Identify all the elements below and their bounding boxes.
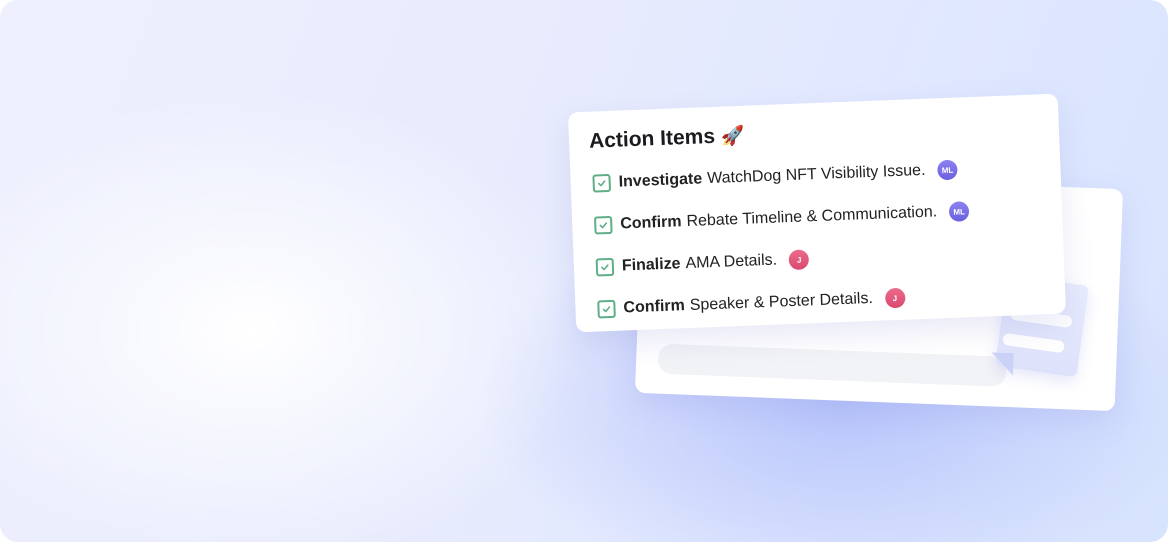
checkbox-checked-icon[interactable] bbox=[592, 173, 612, 193]
checkbox-checked-icon[interactable] bbox=[597, 299, 616, 319]
action-item: Investigate WatchDog NFT Visibility Issu… bbox=[592, 159, 958, 194]
checkbox-checked-icon[interactable] bbox=[595, 257, 615, 277]
note-fold bbox=[990, 352, 1014, 376]
hero-illustration: Action Items 🚀 Investigate WatchDog NFT … bbox=[0, 0, 1168, 542]
action-verb: Finalize bbox=[621, 255, 681, 275]
note-line bbox=[1002, 332, 1066, 354]
action-text: Speaker & Poster Details. bbox=[689, 289, 874, 314]
card-title-text: Action Items bbox=[588, 124, 716, 153]
action-verb: Confirm bbox=[619, 213, 682, 233]
action-text: AMA Details. bbox=[685, 251, 778, 273]
assignee-avatar: ML bbox=[948, 201, 970, 222]
assignee-avatar: J bbox=[788, 249, 810, 271]
assignee-avatar: ML bbox=[937, 159, 958, 181]
assignee-avatar: J bbox=[884, 287, 906, 309]
action-verb: Investigate bbox=[618, 170, 703, 191]
action-item: Confirm Rebate Timeline & Communication.… bbox=[593, 201, 970, 235]
action-text: WatchDog NFT Visibility Issue. bbox=[706, 161, 926, 188]
action-text: Rebate Timeline & Communication. bbox=[686, 203, 938, 231]
action-item: Finalize AMA Details. J bbox=[595, 249, 810, 277]
card-title: Action Items 🚀 bbox=[589, 124, 746, 154]
action-items-card: Action Items 🚀 Investigate WatchDog NFT … bbox=[567, 93, 1067, 333]
action-item: Confirm Speaker & Poster Details. J bbox=[597, 287, 906, 320]
action-verb: Confirm bbox=[623, 297, 686, 317]
placeholder-bar bbox=[657, 343, 1007, 387]
rocket-icon: 🚀 bbox=[720, 125, 746, 148]
checkbox-checked-icon[interactable] bbox=[593, 215, 613, 235]
